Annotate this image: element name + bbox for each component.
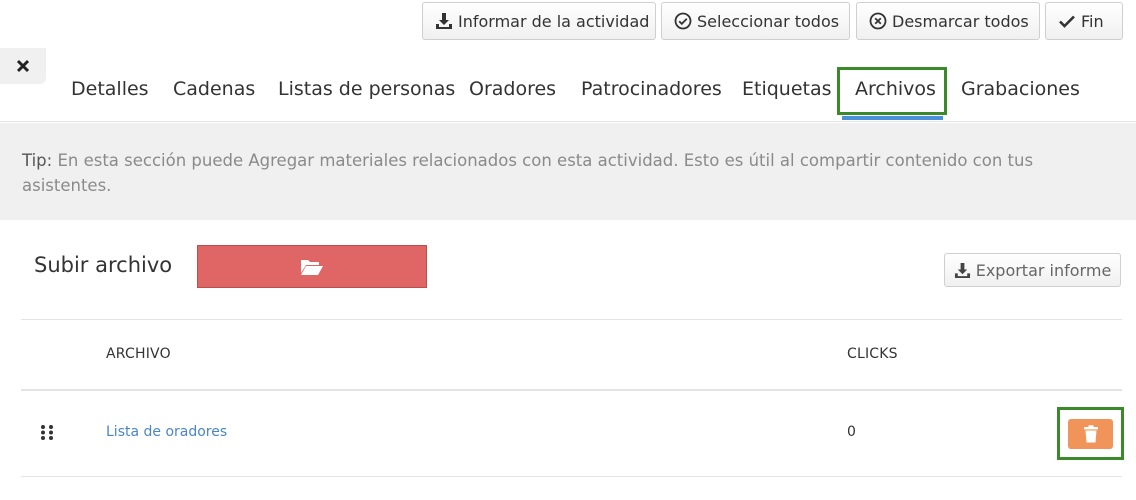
tab-details[interactable]: Detalles	[71, 78, 149, 100]
active-tab-underline	[842, 116, 943, 120]
download-icon	[436, 13, 452, 29]
report-activity-label: Informar de la actividad	[458, 11, 650, 31]
drag-handle-icon[interactable]	[39, 424, 55, 444]
folder-open-icon	[301, 259, 323, 275]
close-icon	[16, 59, 30, 73]
tab-tags[interactable]: Etiquetas	[742, 78, 832, 100]
tip-panel: Tip: En esta sección puede Agregar mater…	[0, 123, 1136, 220]
delete-file-button[interactable]	[1068, 419, 1113, 449]
close-button[interactable]	[0, 48, 46, 84]
tab-speakers[interactable]: Oradores	[469, 78, 556, 100]
table-row: Lista de oradores 0	[21, 391, 1124, 477]
select-all-button[interactable]: Seleccionar todos	[661, 2, 850, 40]
report-activity-button[interactable]: Informar de la actividad	[422, 2, 656, 40]
tab-recordings[interactable]: Grabaciones	[961, 78, 1080, 100]
tip-label: Tip:	[22, 151, 53, 170]
deselect-all-button[interactable]: Desmarcar todos	[856, 2, 1040, 40]
tip-text: Tip: En esta sección puede Agregar mater…	[22, 148, 1112, 198]
table-header: ARCHIVO CLICKS	[21, 319, 1122, 391]
tab-sponsors[interactable]: Patrocinadores	[581, 78, 722, 100]
download-icon	[954, 262, 970, 278]
check-circle-icon	[674, 12, 692, 30]
tab-chains[interactable]: Cadenas	[173, 78, 255, 100]
deselect-all-label: Desmarcar todos	[892, 11, 1029, 31]
column-header-file: ARCHIVO	[106, 346, 171, 362]
delete-highlight	[1057, 407, 1124, 460]
tab-bar: Detalles Cadenas Listas de personas Orad…	[0, 48, 1136, 122]
tab-files[interactable]: Archivos	[855, 78, 936, 100]
upload-file-label: Subir archivo	[34, 253, 173, 277]
upload-file-button[interactable]	[197, 245, 427, 288]
finish-button[interactable]: Fin	[1045, 2, 1123, 40]
file-link[interactable]: Lista de oradores	[106, 424, 227, 440]
x-circle-icon	[869, 12, 887, 30]
trash-icon	[1083, 425, 1098, 443]
tab-people-lists[interactable]: Listas de personas	[278, 78, 455, 100]
column-header-clicks: CLICKS	[847, 346, 898, 362]
export-report-label: Exportar informe	[975, 260, 1112, 280]
check-icon	[1059, 15, 1075, 28]
top-toolbar: Informar de la actividad Seleccionar tod…	[0, 0, 1136, 48]
tip-body: En esta sección puede Agregar materiales…	[22, 151, 1034, 195]
clicks-count: 0	[847, 424, 856, 440]
select-all-label: Seleccionar todos	[697, 11, 840, 31]
files-table: ARCHIVO CLICKS Lista de oradores 0	[21, 319, 1124, 477]
finish-label: Fin	[1081, 11, 1104, 31]
export-report-button[interactable]: Exportar informe	[944, 253, 1121, 287]
